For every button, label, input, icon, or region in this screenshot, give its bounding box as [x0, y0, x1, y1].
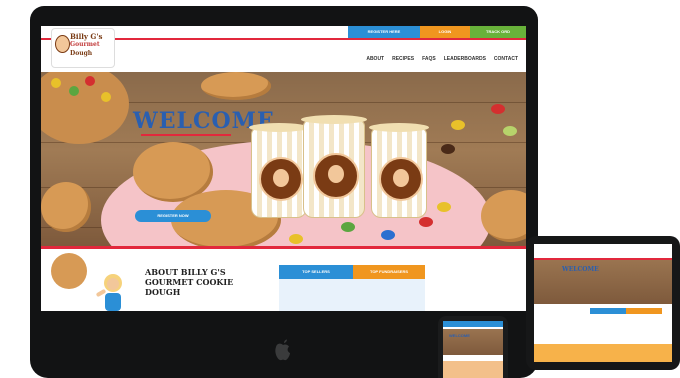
phone-header [443, 321, 503, 327]
nav-about[interactable]: ABOUT [366, 56, 384, 62]
phone-device: WELCOME [438, 316, 508, 378]
candy [381, 230, 395, 240]
tub-label [259, 157, 303, 201]
register-button[interactable]: REGISTER HERE [348, 26, 420, 38]
register-now-button[interactable]: REGISTER NOW [135, 210, 211, 222]
candy [85, 76, 95, 86]
tablet-hero [534, 260, 672, 304]
logo-face-icon [55, 35, 70, 53]
candy [51, 78, 61, 88]
hero-banner: WELCOME REGISTER NOW [41, 72, 526, 246]
cookie-image [201, 72, 271, 100]
tub-lid [369, 123, 429, 132]
phone-screen: WELCOME [443, 321, 503, 378]
website-screen: REGISTER HERE LOGIN TRACK ORD Billy G's … [41, 26, 526, 311]
dough-tub-image [249, 123, 309, 218]
tub-face-icon [328, 165, 344, 183]
tub-label [313, 153, 359, 199]
tablet-tab [626, 308, 662, 314]
candy [289, 234, 303, 244]
tab-top-sellers[interactable]: TOP SELLERS [279, 265, 353, 279]
tablet-screen: WELCOME [534, 244, 672, 362]
tablet-tab [590, 308, 626, 314]
tub-label [379, 157, 423, 201]
tablet-header [534, 244, 672, 258]
candy [491, 104, 505, 114]
tub-lid [249, 123, 309, 132]
about-tabs: TOP SELLERS TOP FUNDRAISERS [279, 265, 425, 279]
nav-leaderboards[interactable]: LEADERBOARDS [444, 56, 486, 62]
tub-lid [301, 115, 367, 124]
cookie-image [41, 182, 91, 232]
logo-line-2: Gourmet [70, 41, 100, 48]
dough-tub-image [369, 123, 429, 218]
track-order-button[interactable]: TRACK ORD [470, 26, 526, 38]
main-nav: ABOUT RECIPES FAQS LEADERBOARDS CONTACT [366, 56, 518, 62]
dough-tub-image [301, 115, 367, 218]
candy [451, 120, 465, 130]
candy [341, 222, 355, 232]
login-button[interactable]: LOGIN [420, 26, 470, 38]
candy [441, 144, 455, 154]
candy [101, 92, 111, 102]
phone-content-band [443, 361, 503, 378]
logo-line-3: Dough [70, 50, 93, 57]
site-logo[interactable]: Billy G's Gourmet Dough [51, 28, 115, 68]
hero-underline [141, 134, 231, 136]
candy [503, 126, 517, 136]
tab-panel [279, 279, 425, 311]
candy [419, 217, 433, 227]
mascot-illustration [96, 274, 122, 311]
top-bar: REGISTER HERE LOGIN TRACK ORD [348, 26, 526, 38]
tablet-device: WELCOME [526, 236, 680, 370]
about-title: ABOUT BILLY G'S GOURMET COOKIE DOUGH [145, 267, 234, 297]
candy [69, 86, 79, 96]
candy [437, 202, 451, 212]
tab-top-fundraisers[interactable]: TOP FUNDRAISERS [353, 265, 425, 279]
tablet-hero-title: WELCOME [562, 266, 599, 273]
nav-faqs[interactable]: FAQS [422, 56, 436, 62]
cookie-image [51, 253, 87, 289]
about-section: ABOUT BILLY G'S GOURMET COOKIE DOUGH TOP… [41, 249, 526, 311]
logo-line-1: Billy G's [70, 32, 103, 41]
apple-icon [270, 336, 296, 366]
tub-face-icon [393, 169, 409, 187]
tub-face-icon [273, 169, 289, 187]
phone-hero-title: WELCOME [449, 333, 470, 338]
nav-contact[interactable]: CONTACT [494, 56, 518, 62]
nav-recipes[interactable]: RECIPES [392, 56, 414, 62]
tablet-footer-band [534, 344, 672, 362]
tablet-tabs [590, 308, 662, 314]
